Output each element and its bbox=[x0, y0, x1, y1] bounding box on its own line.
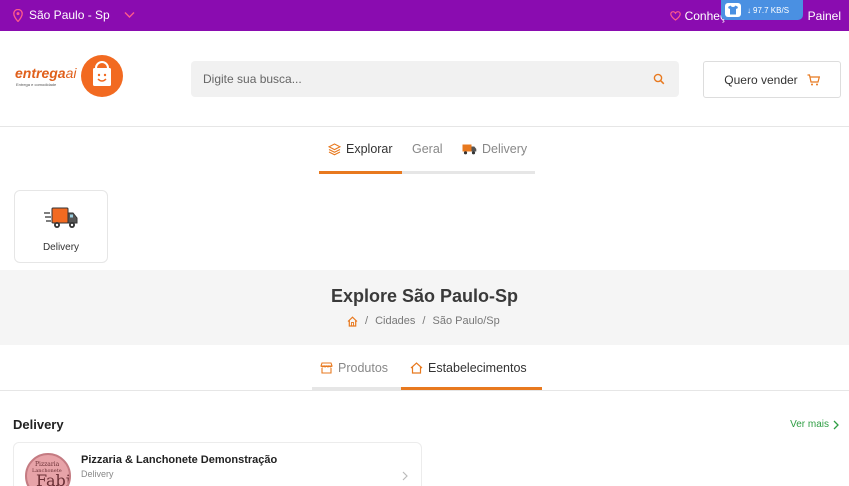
establishment-type: Delivery bbox=[81, 469, 114, 479]
download-arrow-icon: ↓ bbox=[747, 5, 751, 15]
explore-banner: Explore São Paulo-Sp / Cidades / São Pau… bbox=[0, 270, 849, 345]
breadcrumb-item-cidades[interactable]: Cidades bbox=[375, 315, 415, 327]
painel-link[interactable]: Painel bbox=[808, 9, 841, 23]
category-card-delivery[interactable]: Delivery bbox=[14, 190, 108, 263]
quero-vender-button[interactable]: Quero vender bbox=[703, 61, 841, 98]
tab-explorar[interactable]: Explorar bbox=[328, 142, 393, 156]
tab-produtos[interactable]: Produtos bbox=[320, 361, 388, 375]
section-tabs: Produtos Estabelecimentos bbox=[312, 346, 542, 391]
speed-value: 97.7 KB/S bbox=[753, 5, 790, 15]
search-input[interactable] bbox=[191, 61, 631, 97]
ver-mais-link[interactable]: Ver mais bbox=[790, 419, 839, 430]
truck-icon bbox=[462, 144, 477, 155]
chevron-right-icon bbox=[833, 420, 839, 429]
location-selector[interactable]: São Paulo - Sp bbox=[13, 8, 135, 22]
search-icon[interactable] bbox=[653, 73, 665, 85]
tshirt-icon bbox=[725, 3, 741, 17]
header: entregaai Entrega e comodidade Quero ven… bbox=[0, 31, 849, 127]
divider bbox=[0, 390, 849, 391]
location-label: São Paulo - Sp bbox=[29, 8, 110, 22]
logo-tagline: Entrega e comodidade bbox=[16, 82, 57, 87]
network-speed-widget: ↓ 97.7 KB/S bbox=[721, 0, 803, 20]
map-pin-icon bbox=[13, 8, 23, 22]
delivery-truck-icon bbox=[44, 207, 78, 228]
establishment-card[interactable]: Pizzaria Lanchonete Fabi Pizzaria & Lanc… bbox=[13, 442, 422, 486]
establishment-logo: Pizzaria Lanchonete Fabi bbox=[25, 453, 71, 486]
establishment-name: Pizzaria & Lanchonete Demonstração bbox=[81, 454, 278, 466]
shopping-bag-logo-icon bbox=[81, 55, 123, 97]
tab-indicator bbox=[402, 171, 535, 174]
tab-indicator-active bbox=[319, 171, 402, 174]
main-tabs: Explorar Geral Delivery bbox=[319, 128, 535, 174]
heart-icon bbox=[669, 11, 681, 21]
layers-icon bbox=[328, 142, 341, 155]
breadcrumb-separator: / bbox=[422, 315, 426, 327]
breadcrumb: / Cidades / São Paulo/Sp bbox=[347, 315, 500, 327]
tab-delivery[interactable]: Delivery bbox=[462, 142, 527, 156]
tab-estabelecimentos[interactable]: Estabelecimentos bbox=[410, 361, 527, 375]
breadcrumb-item-city: São Paulo/Sp bbox=[432, 315, 500, 327]
tab-geral[interactable]: Geral bbox=[412, 142, 443, 156]
quero-vender-label: Quero vender bbox=[724, 72, 798, 87]
logo[interactable]: entregaai Entrega e comodidade bbox=[15, 55, 123, 99]
search-bar bbox=[191, 61, 679, 97]
page-title: Explore São Paulo-Sp bbox=[330, 286, 519, 306]
breadcrumb-separator: / bbox=[365, 315, 369, 327]
section-title: Delivery bbox=[13, 417, 64, 432]
category-label: Delivery bbox=[42, 242, 80, 253]
store-icon bbox=[320, 362, 333, 374]
home-icon[interactable] bbox=[347, 315, 358, 327]
cart-icon bbox=[807, 73, 820, 85]
painel-label: Painel bbox=[807, 9, 841, 23]
chevron-right-icon[interactable] bbox=[402, 471, 408, 481]
home-icon bbox=[410, 362, 423, 374]
chevron-down-icon[interactable] bbox=[124, 11, 135, 19]
logo-wordmark: entregaai bbox=[15, 65, 77, 81]
